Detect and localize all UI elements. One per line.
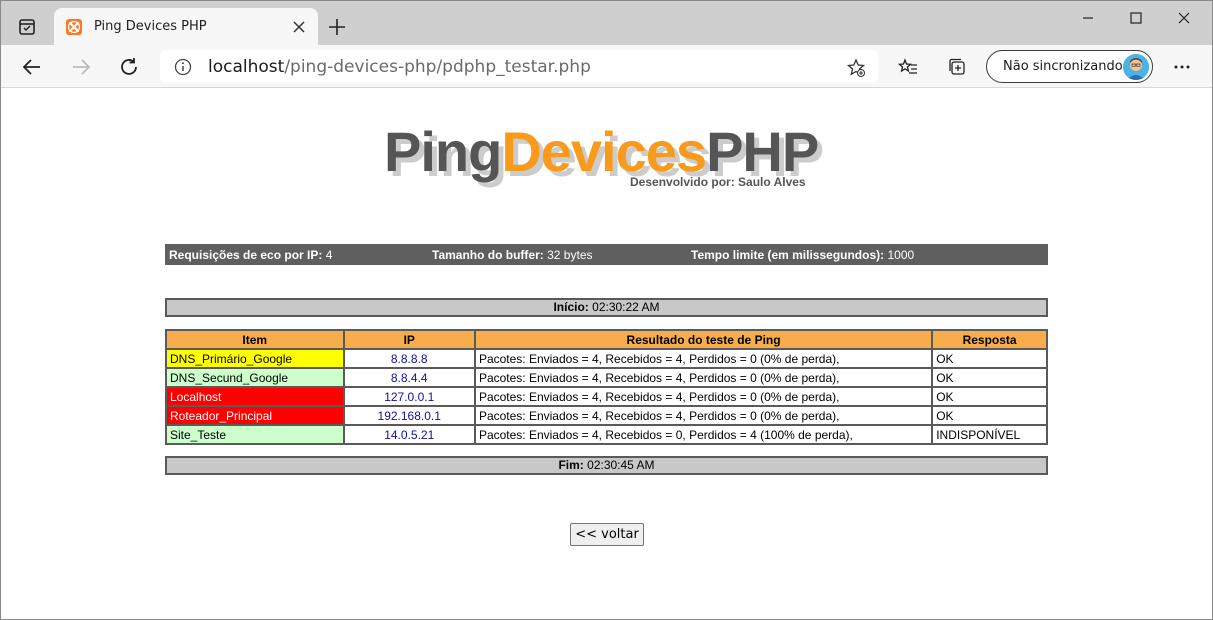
row-response: OK xyxy=(931,405,1048,426)
end-label: Fim: xyxy=(558,458,584,472)
minimize-icon[interactable] xyxy=(1076,9,1100,27)
table-row: Localhost 127.0.0.1 Pacotes: Enviados = … xyxy=(165,386,1048,407)
row-ip: 127.0.0.1 xyxy=(342,386,476,407)
add-favorite-icon[interactable] xyxy=(846,58,866,78)
row-item: Site_Teste xyxy=(165,424,345,445)
echo-value: 4 xyxy=(325,248,333,262)
avatar xyxy=(1123,54,1149,80)
new-tab-icon[interactable] xyxy=(328,18,346,36)
timeout-label: Tempo limite (em milissegundos): xyxy=(691,248,885,262)
end-time-bar: Fim: 02:30:45 AM xyxy=(165,456,1048,475)
row-result: Pacotes: Enviados = 4, Recebidos = 4, Pe… xyxy=(473,348,934,369)
profile-label: Não sincronizando xyxy=(1003,59,1123,74)
echo-requests: Requisições de eco por IP: 4 xyxy=(169,248,332,262)
header-response: Resposta xyxy=(931,329,1048,350)
xampp-icon xyxy=(66,19,82,35)
tab-actions-icon[interactable] xyxy=(18,18,36,36)
buffer-size: Tamanho do buffer: 32 bytes xyxy=(432,248,593,262)
row-response: OK xyxy=(931,367,1048,388)
row-response: INDISPONÍVEL xyxy=(931,424,1048,445)
url-host: localhost xyxy=(208,57,285,77)
logo-php: PHP xyxy=(706,120,819,183)
settings-bar: Requisições de eco por IP: 4 Tamanho do … xyxy=(165,244,1048,265)
timeout-value: 1000 xyxy=(887,248,915,262)
tab-bar: Ping Devices PHP xyxy=(0,0,1213,45)
ping-results-table: Item IP Resultado do teste de Ping Respo… xyxy=(165,329,1048,445)
maximize-icon[interactable] xyxy=(1124,9,1148,27)
logo-ping: Ping xyxy=(384,120,502,183)
row-ip: 8.8.8.8 xyxy=(342,348,476,369)
table-row: DNS_Primário_Google 8.8.8.8 Pacotes: Env… xyxy=(165,348,1048,369)
row-item: Localhost xyxy=(165,386,345,407)
window-close-icon[interactable] xyxy=(1172,9,1196,27)
buffer-value: 32 bytes xyxy=(547,248,593,262)
tab-title: Ping Devices PHP xyxy=(94,19,207,34)
table-header-row: Item IP Resultado do teste de Ping Respo… xyxy=(165,329,1048,350)
timeout: Tempo limite (em milissegundos): 1000 xyxy=(691,248,914,262)
row-item: DNS_Primário_Google xyxy=(165,348,345,369)
table-row: Roteador_Principal 192.168.0.1 Pacotes: … xyxy=(165,405,1048,426)
address-bar[interactable]: localhost/ping-devices-php/pdphp_testar.… xyxy=(160,50,878,83)
row-ip: 8.8.4.4 xyxy=(342,367,476,388)
end-time: 02:30:45 AM xyxy=(587,458,655,472)
browser-toolbar: localhost/ping-devices-php/pdphp_testar.… xyxy=(0,45,1213,88)
row-item: Roteador_Principal xyxy=(165,405,345,426)
header-result: Resultado do teste de Ping xyxy=(473,329,934,350)
tab-ping-devices[interactable]: Ping Devices PHP xyxy=(54,8,318,45)
row-response: OK xyxy=(931,348,1048,369)
header-item: Item xyxy=(165,329,345,350)
logo-title: PingDevicesPHP xyxy=(384,124,819,180)
url-path: /ping-devices-php/pdphp_testar.php xyxy=(284,57,591,77)
echo-label: Requisições de eco por IP: xyxy=(169,248,323,262)
logo-subtitle: Desenvolvido por: Saulo Alves xyxy=(630,175,806,189)
start-label: Início: xyxy=(553,300,589,314)
back-arrow-icon[interactable] xyxy=(21,56,43,78)
start-time: 02:30:22 AM xyxy=(592,300,660,314)
table-row: Site_Teste 14.0.5.21 Pacotes: Enviados =… xyxy=(165,424,1048,445)
collections-icon[interactable] xyxy=(947,57,967,77)
forward-arrow-icon[interactable] xyxy=(70,56,92,78)
logo-devices: Devices xyxy=(501,120,707,183)
refresh-icon[interactable] xyxy=(118,56,140,78)
site-logo: PingDevicesPHP Desenvolvido por: Saulo A… xyxy=(384,124,834,194)
row-response: OK xyxy=(931,386,1048,407)
header-ip: IP xyxy=(342,329,476,350)
buffer-label: Tamanho do buffer: xyxy=(432,248,544,262)
url-text[interactable]: localhost/ping-devices-php/pdphp_testar.… xyxy=(208,57,591,77)
row-result: Pacotes: Enviados = 4, Recebidos = 4, Pe… xyxy=(473,367,934,388)
table-row: DNS_Secund_Google 8.8.4.4 Pacotes: Envia… xyxy=(165,367,1048,388)
close-icon[interactable] xyxy=(292,20,306,34)
row-ip: 14.0.5.21 xyxy=(342,424,476,445)
row-result: Pacotes: Enviados = 4, Recebidos = 0, Pe… xyxy=(473,424,934,445)
back-button[interactable]: << voltar xyxy=(570,523,644,546)
profile-button[interactable]: Não sincronizando xyxy=(986,50,1153,83)
favorites-icon[interactable] xyxy=(898,57,918,77)
row-ip: 192.168.0.1 xyxy=(342,405,476,426)
row-result: Pacotes: Enviados = 4, Recebidos = 4, Pe… xyxy=(473,386,934,407)
row-result: Pacotes: Enviados = 4, Recebidos = 4, Pe… xyxy=(473,405,934,426)
start-time-bar: Início: 02:30:22 AM xyxy=(165,298,1048,317)
info-icon[interactable] xyxy=(174,58,192,76)
more-options-icon[interactable] xyxy=(1172,58,1192,76)
row-item: DNS_Secund_Google xyxy=(165,367,345,388)
